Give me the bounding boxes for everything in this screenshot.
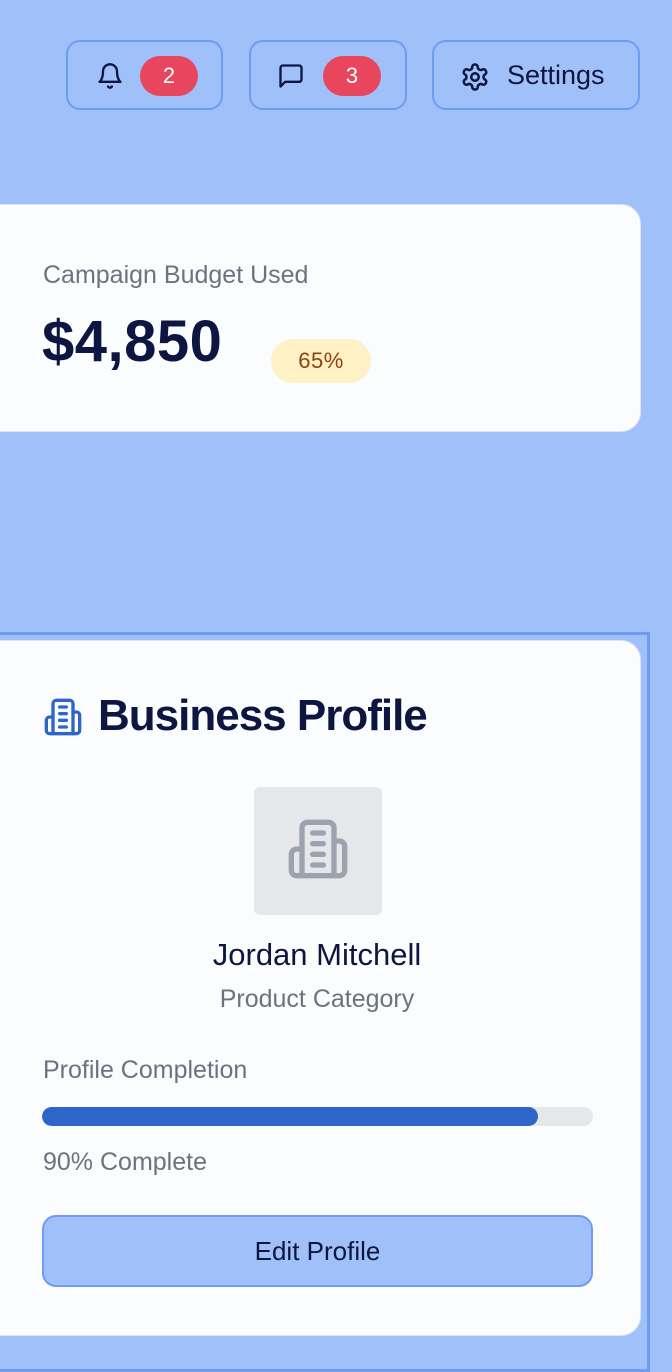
business-avatar <box>254 787 382 915</box>
bell-icon <box>96 62 124 90</box>
campaign-budget-card: Campaign Budget Used $4,850 65% <box>0 204 641 432</box>
gear-icon <box>460 62 490 92</box>
messages-button[interactable]: 3 <box>249 40 407 110</box>
settings-label: Settings <box>507 60 605 90</box>
settings-button[interactable]: Settings <box>432 40 640 110</box>
profile-completion-progress-fill <box>42 1107 538 1126</box>
profile-completion-progress-bar <box>42 1107 593 1126</box>
message-square-icon <box>277 62 305 90</box>
profile-name: Jordan Mitchell <box>212 937 422 972</box>
notifications-button[interactable]: 2 <box>66 40 223 110</box>
budget-amount: $4,850 <box>42 309 223 374</box>
profile-completion-label: Profile Completion <box>43 1056 248 1084</box>
business-profile-title: Business Profile <box>98 691 428 740</box>
building-icon <box>286 817 350 886</box>
building-icon <box>43 697 83 742</box>
profile-category: Product Category <box>219 985 415 1013</box>
business-profile-card: Business Profile Jordan Mitchell Product… <box>0 640 641 1336</box>
message-count-badge: 3 <box>323 56 381 96</box>
budget-percent-badge: 65% <box>271 339 371 383</box>
notification-count-badge: 2 <box>140 56 198 96</box>
edit-profile-button[interactable]: Edit Profile <box>42 1215 593 1287</box>
profile-completion-text: 90% Complete <box>43 1148 207 1176</box>
budget-label: Campaign Budget Used <box>43 261 309 289</box>
